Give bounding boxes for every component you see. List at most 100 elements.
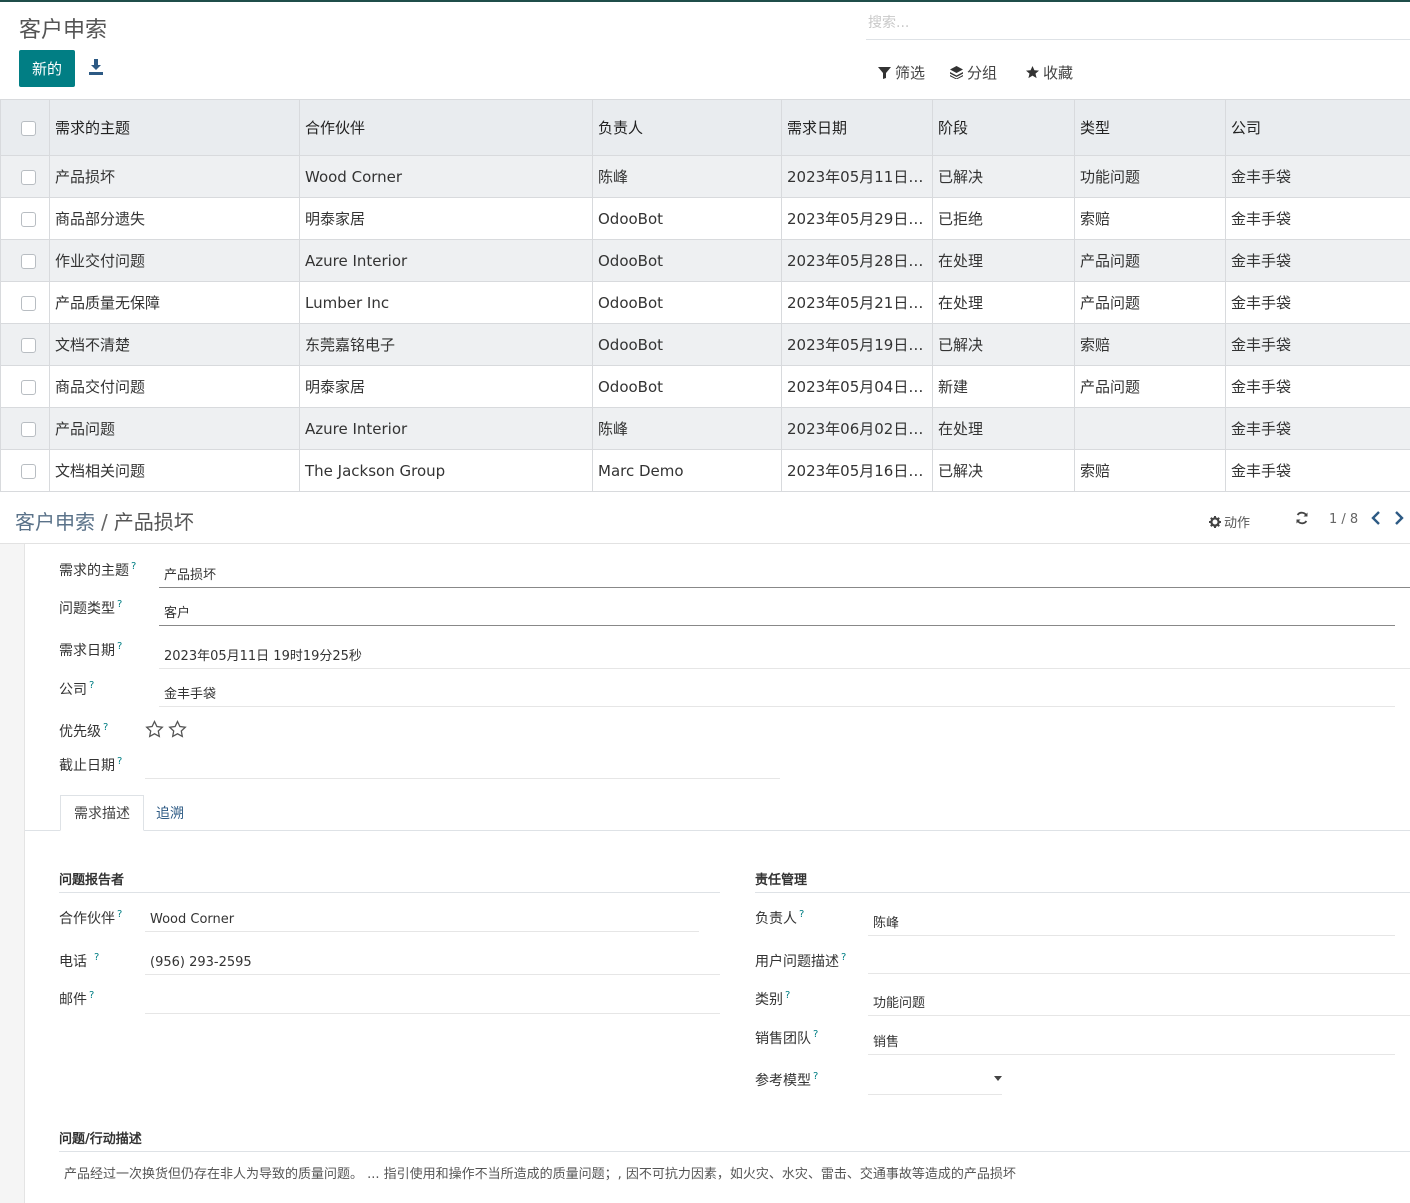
table-row[interactable]: 作业交付问题 Azure Interior OdooBot 2023年05月28… [0, 239, 1410, 282]
sales-team-field[interactable]: 销售 [868, 1031, 1395, 1055]
table-row[interactable]: 产品损坏 Wood Corner 陈峰 2023年05月11日 ... 已解决 … [0, 155, 1410, 198]
table-cell[interactable]: OdooBot [592, 323, 782, 366]
row-select-cell[interactable] [0, 155, 50, 198]
table-cell[interactable]: 功能问题 [1074, 155, 1226, 198]
table-row[interactable]: 文档不清楚 东莞嘉铭电子 OdooBot 2023年05月19日 ... 已解决… [0, 323, 1410, 366]
table-cell[interactable]: 金丰手袋 [1225, 323, 1410, 366]
table-row[interactable]: 商品部分遗失 明泰家居 OdooBot 2023年05月29日 ... 已拒绝 … [0, 197, 1410, 240]
table-cell[interactable]: 明泰家居 [299, 197, 593, 240]
table-cell[interactable]: 2023年05月16日 ... [781, 449, 933, 492]
column-header[interactable]: 需求的主题 [49, 99, 300, 156]
table-cell[interactable]: 金丰手袋 [1225, 197, 1410, 240]
table-cell[interactable]: 在处理 [932, 407, 1075, 450]
category-field[interactable]: 功能问题 [868, 992, 1410, 1016]
table-cell[interactable]: 产品问题 [1074, 365, 1226, 408]
column-header[interactable]: 合作伙伴 [299, 99, 593, 156]
table-cell[interactable]: Azure Interior [299, 407, 593, 450]
table-cell[interactable]: OdooBot [592, 281, 782, 324]
new-button[interactable]: 新的 [19, 50, 75, 87]
issue-type-field[interactable]: 客户 [159, 602, 1395, 626]
column-header[interactable]: 类型 [1074, 99, 1226, 156]
table-cell[interactable]: 东莞嘉铭电子 [299, 323, 593, 366]
table-cell[interactable]: 商品交付问题 [49, 365, 300, 408]
email-field[interactable] [145, 993, 720, 1014]
row-select-cell[interactable] [0, 323, 50, 366]
table-cell[interactable]: 文档相关问题 [49, 449, 300, 492]
table-cell[interactable]: 产品损坏 [49, 155, 300, 198]
priority-star-icon[interactable] [168, 720, 187, 739]
table-cell[interactable]: 产品问题 [49, 407, 300, 450]
select-all-checkbox[interactable] [21, 120, 36, 136]
row-checkbox[interactable] [21, 421, 36, 437]
user-desc-field[interactable] [868, 953, 1410, 974]
chevron-left-icon[interactable] [1370, 510, 1382, 526]
table-cell[interactable]: 金丰手袋 [1225, 239, 1410, 282]
table-cell[interactable]: 2023年05月11日 ... [781, 155, 933, 198]
action-desc-text[interactable]: 产品经过一次换货但仍存在非人为导致的质量问题。 ... 指引使用和操作不当所造成… [64, 1163, 1016, 1182]
row-select-cell[interactable] [0, 239, 50, 282]
action-menu-button[interactable]: 动作 [1209, 512, 1250, 531]
table-cell[interactable] [1074, 407, 1226, 450]
row-checkbox[interactable] [21, 169, 36, 185]
table-cell[interactable]: 索赔 [1074, 323, 1226, 366]
row-checkbox[interactable] [21, 253, 36, 269]
table-cell[interactable]: OdooBot [592, 239, 782, 282]
refresh-icon[interactable] [1295, 511, 1309, 525]
table-cell[interactable]: 作业交付问题 [49, 239, 300, 282]
table-cell[interactable]: 索赔 [1074, 197, 1226, 240]
table-cell[interactable]: 文档不清楚 [49, 323, 300, 366]
table-cell[interactable]: 2023年05月04日 ... [781, 365, 933, 408]
table-cell[interactable]: 陈峰 [592, 155, 782, 198]
table-cell[interactable]: 陈峰 [592, 407, 782, 450]
pager-value[interactable]: 1 / 8 [1329, 512, 1358, 527]
phone-field[interactable]: (956) 293-2595 [145, 955, 720, 975]
table-row[interactable]: 商品交付问题 明泰家居 OdooBot 2023年05月04日 ... 新建 产… [0, 365, 1410, 408]
company-field[interactable]: 金丰手袋 [159, 683, 1395, 707]
table-cell[interactable]: 产品质量无保障 [49, 281, 300, 324]
table-row[interactable]: 产品质量无保障 Lumber Inc OdooBot 2023年05月21日 .… [0, 281, 1410, 324]
table-cell[interactable]: 2023年05月21日 ... [781, 281, 933, 324]
table-cell[interactable]: 2023年05月29日 ... [781, 197, 933, 240]
deadline-field[interactable] [145, 758, 780, 779]
filter-button[interactable]: 筛选 [878, 62, 925, 82]
table-cell[interactable]: Marc Demo [592, 449, 782, 492]
row-select-cell[interactable] [0, 281, 50, 324]
tab-traceability[interactable]: 追溯 [146, 795, 194, 831]
table-cell[interactable]: 金丰手袋 [1225, 407, 1410, 450]
row-checkbox[interactable] [21, 295, 36, 311]
row-select-cell[interactable] [0, 365, 50, 408]
chevron-down-icon[interactable] [994, 1076, 1002, 1081]
chevron-right-icon[interactable] [1393, 510, 1405, 526]
row-select-cell[interactable] [0, 449, 50, 492]
partner-field[interactable]: Wood Corner [145, 912, 699, 932]
breadcrumb-root[interactable]: 客户申索 [15, 510, 95, 534]
table-cell[interactable]: 金丰手袋 [1225, 365, 1410, 408]
row-checkbox[interactable] [21, 337, 36, 353]
row-checkbox[interactable] [21, 211, 36, 227]
table-cell[interactable]: 产品问题 [1074, 239, 1226, 282]
table-cell[interactable]: 索赔 [1074, 449, 1226, 492]
table-cell[interactable]: 已解决 [932, 323, 1075, 366]
table-cell[interactable]: 金丰手袋 [1225, 155, 1410, 198]
table-cell[interactable]: Wood Corner [299, 155, 593, 198]
table-cell[interactable]: The Jackson Group [299, 449, 593, 492]
row-select-cell[interactable] [0, 197, 50, 240]
column-header[interactable]: 需求日期 [781, 99, 933, 156]
table-cell[interactable]: 新建 [932, 365, 1075, 408]
table-cell[interactable]: 2023年05月19日 ... [781, 323, 933, 366]
row-checkbox[interactable] [21, 379, 36, 395]
favorites-button[interactable]: 收藏 [1026, 62, 1073, 82]
table-cell[interactable]: 已解决 [932, 449, 1075, 492]
tab-description[interactable]: 需求描述 [60, 795, 144, 831]
date-field[interactable]: 2023年05月11日 19时19分25秒 [159, 645, 1410, 669]
table-cell[interactable]: 已拒绝 [932, 197, 1075, 240]
column-header[interactable]: 阶段 [932, 99, 1075, 156]
table-cell[interactable]: Lumber Inc [299, 281, 593, 324]
table-cell[interactable]: 2023年05月28日 ... [781, 239, 933, 282]
table-cell[interactable]: 产品问题 [1074, 281, 1226, 324]
table-cell[interactable]: Azure Interior [299, 239, 593, 282]
owner-field[interactable]: 陈峰 [868, 912, 1395, 936]
table-cell[interactable]: 明泰家居 [299, 365, 593, 408]
column-header[interactable]: 负责人 [592, 99, 782, 156]
download-icon[interactable] [88, 58, 104, 76]
